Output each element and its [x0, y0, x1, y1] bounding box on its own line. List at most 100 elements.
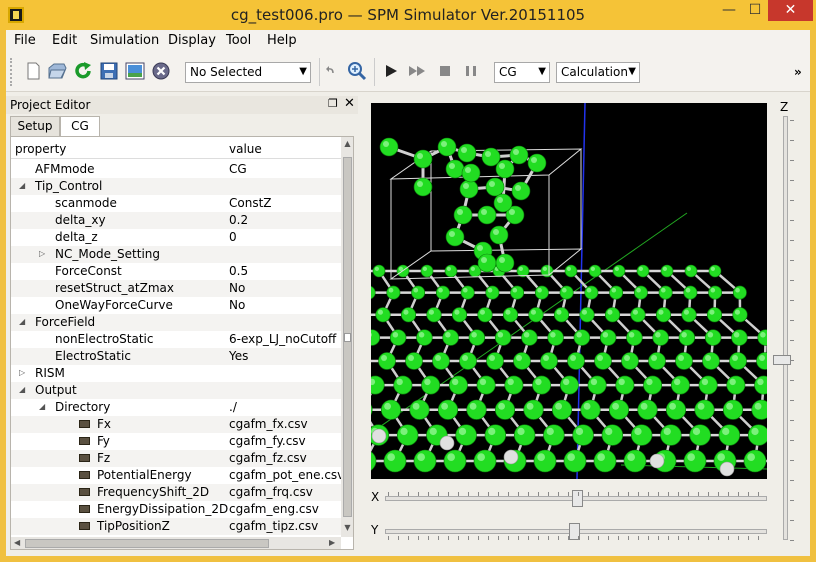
property-value[interactable]: cgafm_frq.csv: [229, 485, 341, 499]
close-panel-button[interactable]: ✕: [344, 96, 355, 111]
slider-tick: [528, 536, 529, 540]
tree-row[interactable]: scanmode ConstZ: [11, 195, 341, 212]
property-value[interactable]: Yes: [229, 349, 341, 363]
tree-row[interactable]: ElectroStatic Yes: [11, 348, 341, 365]
tree-row[interactable]: ▷ NC_Mode_Setting: [11, 246, 341, 263]
property-value[interactable]: cgafm_fx.csv: [229, 417, 341, 431]
atom-highlight: [632, 309, 638, 315]
property-value[interactable]: cgafm_fy.csv: [229, 434, 341, 448]
selection-combo[interactable]: No Selected ▼: [185, 62, 311, 83]
property-value[interactable]: cgafm_eng.csv: [229, 502, 341, 516]
panel-splitter[interactable]: [358, 96, 370, 556]
pause-icon[interactable]: [460, 60, 482, 82]
slider-tick: [790, 160, 794, 161]
tree-row[interactable]: delta_xy 0.2: [11, 212, 341, 229]
expand-arrow-closed-icon[interactable]: ▷: [39, 249, 45, 258]
expand-arrow-open-icon[interactable]: ◢: [19, 181, 25, 190]
expand-arrow-closed-icon[interactable]: ▷: [19, 368, 25, 377]
tree-row[interactable]: ForceConst 0.5: [11, 263, 341, 280]
carbon-atom: [594, 352, 612, 370]
property-value[interactable]: 0.5: [229, 264, 341, 278]
horizontal-scrollbar[interactable]: ◀ ▶: [11, 537, 341, 549]
mode-combo[interactable]: Calculation ▼: [556, 62, 640, 83]
z-slider[interactable]: [783, 116, 788, 540]
tree-row[interactable]: Fx cgafm_fx.csv: [11, 416, 341, 433]
carbon-atom: [437, 137, 457, 157]
menu-simulation[interactable]: Simulation: [90, 33, 159, 48]
tree-row[interactable]: FrequencyShift_2D cgafm_frq.csv: [11, 484, 341, 501]
property-value[interactable]: 0: [229, 230, 341, 244]
property-value[interactable]: 6-exp_LJ_noCutoff: [229, 332, 341, 346]
method-combo[interactable]: CG ▼: [494, 62, 550, 83]
carbon-atom: [460, 285, 475, 300]
horizontal-scroll-thumb[interactable]: [25, 539, 269, 548]
save-icon[interactable]: [98, 60, 120, 82]
menu-tool[interactable]: Tool: [226, 33, 251, 48]
tree-row[interactable]: Fy cgafm_fy.csv: [11, 433, 341, 450]
slider-tick: [488, 536, 489, 540]
slider-tick: [668, 492, 669, 496]
scroll-down-icon[interactable]: ▼: [341, 523, 353, 532]
property-value[interactable]: No: [229, 298, 341, 312]
slider-tick: [758, 536, 759, 540]
menu-display[interactable]: Display: [168, 33, 216, 48]
tree-row[interactable]: nonElectroStatic 6-exp_LJ_noCutoff: [11, 331, 341, 348]
tree-row[interactable]: AFMmode CG: [11, 161, 341, 178]
tree-row[interactable]: ◢ Tip_Control: [11, 178, 341, 195]
property-value[interactable]: 0.2: [229, 213, 341, 227]
tree-row[interactable]: EnergyDissipation_2D cgafm_eng.csv: [11, 501, 341, 518]
3d-viewport[interactable]: [371, 103, 767, 479]
menu-help[interactable]: Help: [267, 33, 297, 48]
property-value[interactable]: cgafm_pot_ene.csv: [229, 468, 341, 482]
menu-file[interactable]: File: [14, 33, 36, 48]
z-slider-thumb[interactable]: [773, 355, 791, 365]
minimize-button[interactable]: —: [716, 0, 742, 21]
stop-circle-icon[interactable]: [150, 60, 172, 82]
close-button[interactable]: ✕: [768, 0, 813, 21]
tree-row[interactable]: resetStruct_atZmax No: [11, 280, 341, 297]
property-value[interactable]: cgafm_fz.csv: [229, 451, 341, 465]
maximize-button[interactable]: ☐: [742, 0, 768, 21]
scroll-right-icon[interactable]: ▶: [329, 538, 335, 547]
property-value[interactable]: No: [229, 281, 341, 295]
float-panel-button[interactable]: ❐: [328, 97, 338, 110]
undo-icon[interactable]: [323, 60, 337, 82]
property-value[interactable]: ConstZ: [229, 196, 341, 210]
tree-row[interactable]: OneWayForceCurve No: [11, 297, 341, 314]
stop-icon[interactable]: [434, 60, 456, 82]
new-file-icon[interactable]: [22, 60, 44, 82]
expand-arrow-open-icon[interactable]: ◢: [39, 402, 45, 411]
scroll-left-icon[interactable]: ◀: [14, 538, 20, 547]
menu-edit[interactable]: Edit: [52, 33, 77, 48]
image-icon[interactable]: [124, 60, 146, 82]
scroll-up-icon[interactable]: ▲: [341, 139, 353, 148]
property-value[interactable]: cgafm_tipz.csv: [229, 519, 341, 533]
tree-row[interactable]: Fz cgafm_fz.csv: [11, 450, 341, 467]
vertical-scrollbar[interactable]: ▲ ▼: [341, 137, 353, 537]
property-value[interactable]: ./: [229, 400, 341, 414]
tree-row[interactable]: TipPositionZ cgafm_tipz.csv: [11, 518, 341, 535]
play-icon[interactable]: [380, 60, 402, 82]
tab-setup[interactable]: Setup: [10, 116, 60, 137]
atom-highlight: [734, 309, 740, 315]
tree-row[interactable]: ◢ Directory ./: [11, 399, 341, 416]
expand-arrow-open-icon[interactable]: ◢: [19, 317, 25, 326]
tree-row[interactable]: ◢ ForceField: [11, 314, 341, 331]
fast-forward-icon[interactable]: [406, 60, 428, 82]
atom-highlight: [458, 427, 467, 436]
tab-cg[interactable]: CG: [60, 116, 100, 137]
column-header-property[interactable]: property: [15, 142, 66, 156]
reload-icon[interactable]: [72, 60, 94, 82]
expand-arrow-open-icon[interactable]: ◢: [19, 385, 25, 394]
column-header-value[interactable]: value: [229, 142, 262, 156]
tree-row[interactable]: ◢ Output: [11, 382, 341, 399]
open-folder-icon[interactable]: [46, 60, 68, 82]
zoom-icon[interactable]: [346, 60, 368, 82]
tree-row[interactable]: ▷ RISM: [11, 365, 341, 382]
toolbar-overflow-button[interactable]: »: [794, 65, 802, 79]
property-value[interactable]: CG: [229, 162, 341, 176]
tree-row[interactable]: PotentialEnergy cgafm_pot_ene.csv: [11, 467, 341, 484]
toolbar-grip[interactable]: [10, 58, 14, 86]
atom-highlight: [418, 332, 425, 338]
tree-row[interactable]: delta_z 0: [11, 229, 341, 246]
